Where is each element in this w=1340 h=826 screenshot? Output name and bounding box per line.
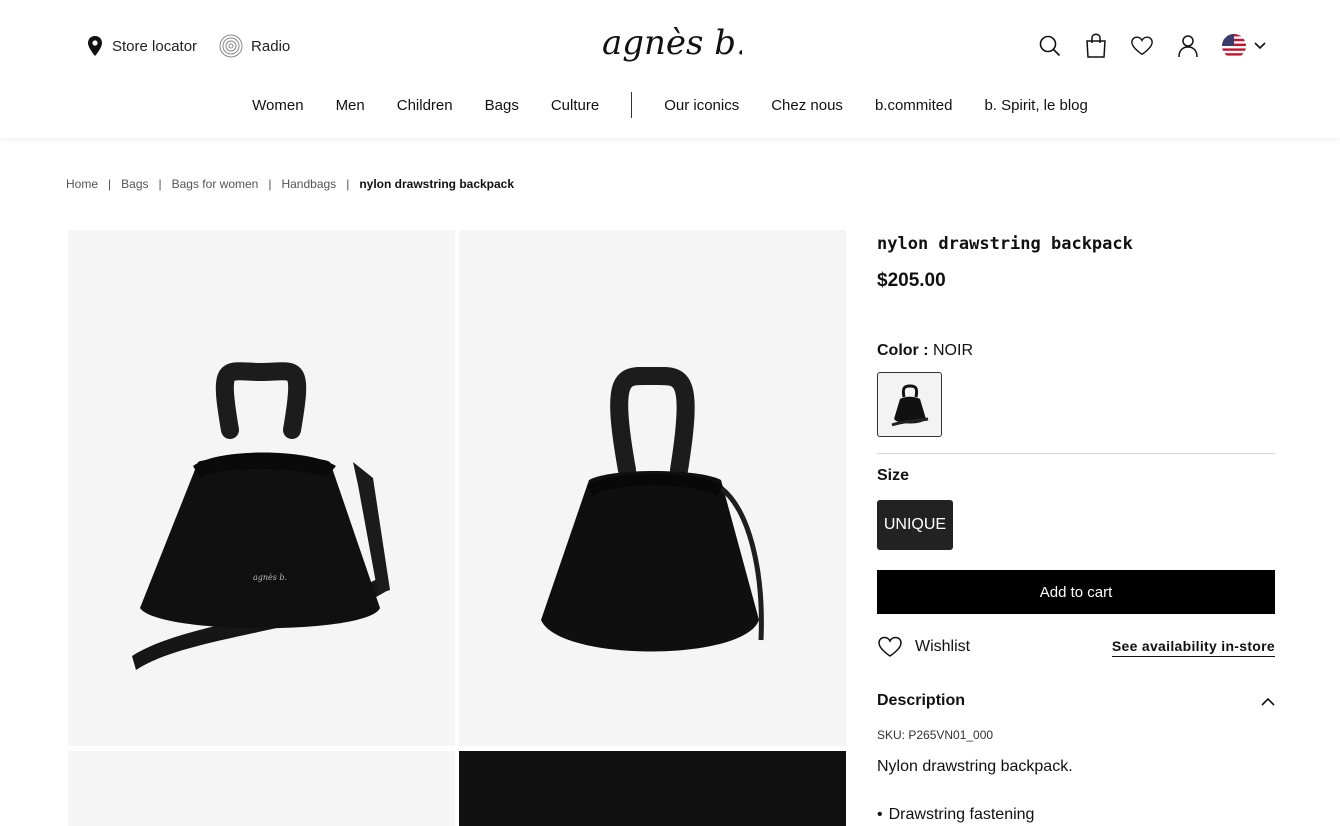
divider [877, 453, 1275, 454]
breadcrumb-separator: | [268, 177, 272, 191]
nav-bags[interactable]: Bags [469, 97, 535, 114]
user-icon [1178, 35, 1198, 58]
breadcrumb-bags[interactable]: Bags [121, 177, 148, 191]
breadcrumb-separator: | [158, 177, 162, 191]
color-value: NOIR [933, 342, 973, 359]
cart-button[interactable] [1084, 32, 1108, 60]
bag-front-illustration: agnès b. [132, 362, 390, 670]
product-image-2[interactable] [459, 230, 846, 746]
wishlist-header-button[interactable] [1130, 32, 1154, 60]
us-flag-icon [1222, 34, 1246, 58]
feature-bullet: • Drawstring fastening [877, 806, 1275, 824]
nav-divider [631, 92, 633, 118]
color-label: Color : [877, 342, 929, 359]
country-selector[interactable] [1222, 34, 1266, 58]
nav-b-spirit-blog[interactable]: b. Spirit, le blog [968, 97, 1103, 114]
map-pin-icon [88, 36, 102, 56]
heart-icon [1131, 36, 1153, 56]
bag-thumbnail-icon [890, 383, 928, 426]
svg-text:agnès b.: agnès b. [602, 23, 742, 63]
breadcrumb-current: nylon drawstring backpack [359, 177, 515, 191]
account-button[interactable] [1176, 32, 1200, 60]
nav-culture[interactable]: Culture [535, 97, 615, 114]
color-swatch-noir[interactable] [877, 372, 942, 437]
wishlist-label: Wishlist [915, 638, 971, 655]
wishlist-button[interactable]: Wishlist [877, 636, 970, 658]
bullet-dot: • [877, 806, 883, 823]
size-label: Size [877, 467, 910, 484]
product-image-1[interactable]: agnès b. [68, 230, 455, 746]
nav-our-iconics[interactable]: Our iconics [648, 97, 755, 114]
product-price: $205.00 [877, 270, 946, 291]
nav-children[interactable]: Children [381, 97, 469, 114]
nav-men[interactable]: Men [320, 97, 381, 114]
breadcrumb: Home | Bags | Bags for women | Handbags … [66, 177, 514, 191]
chevron-down-icon [1254, 42, 1266, 50]
store-locator-link[interactable]: Store locator [86, 35, 197, 57]
site-header: Store locator Radio agnès b. Women Men C… [0, 0, 1340, 138]
main-nav: Women Men Children Bags Culture Our icon… [0, 92, 1340, 118]
breadcrumb-home[interactable]: Home [66, 177, 98, 191]
breadcrumb-handbags[interactable]: Handbags [281, 177, 336, 191]
breadcrumb-separator: | [108, 177, 112, 191]
product-title: nylon drawstring backpack [877, 234, 1133, 254]
search-button[interactable] [1038, 32, 1062, 60]
nav-women[interactable]: Women [236, 97, 319, 114]
utility-links-right [1038, 32, 1266, 60]
svg-text:agnès b.: agnès b. [253, 573, 287, 582]
store-locator-label: Store locator [112, 37, 198, 55]
size-option-unique[interactable]: UNIQUE [877, 500, 953, 550]
radio-spiral-icon [219, 34, 243, 58]
radio-link[interactable]: Radio [219, 34, 290, 58]
product-image-3[interactable] [68, 751, 455, 826]
product-description: Nylon drawstring backpack. [877, 758, 1073, 775]
brand-logo[interactable]: agnès b. [600, 22, 742, 70]
chevron-up-icon [1261, 697, 1275, 706]
breadcrumb-separator: | [346, 177, 350, 191]
utility-links-left: Store locator Radio [86, 34, 290, 58]
description-title: Description [877, 692, 966, 709]
breadcrumb-bags-for-women[interactable]: Bags for women [172, 177, 259, 191]
description-toggle[interactable]: Description [877, 692, 1275, 710]
heart-icon [878, 636, 902, 657]
product-info-panel: nylon drawstring backpack $205.00 Color … [877, 230, 1275, 824]
product-sku: SKU: P265VN01_000 [877, 728, 994, 742]
radio-label: Radio [251, 37, 291, 55]
nav-chez-nous[interactable]: Chez nous [755, 97, 859, 114]
wishlist-row: Wishlist See availability in-store [877, 636, 1275, 658]
nav-b-commited[interactable]: b.commited [859, 97, 969, 114]
color-line: Color : NOIR [877, 342, 1275, 360]
product-image-4[interactable] [459, 751, 846, 826]
search-icon [1039, 35, 1061, 57]
see-availability-link[interactable]: See availability in-store [1111, 638, 1275, 657]
feature-text: Drawstring fastening [888, 806, 1035, 823]
add-to-cart-button[interactable]: Add to cart [877, 570, 1275, 614]
shopping-bag-icon [1086, 33, 1106, 58]
bag-side-illustration [541, 366, 764, 652]
